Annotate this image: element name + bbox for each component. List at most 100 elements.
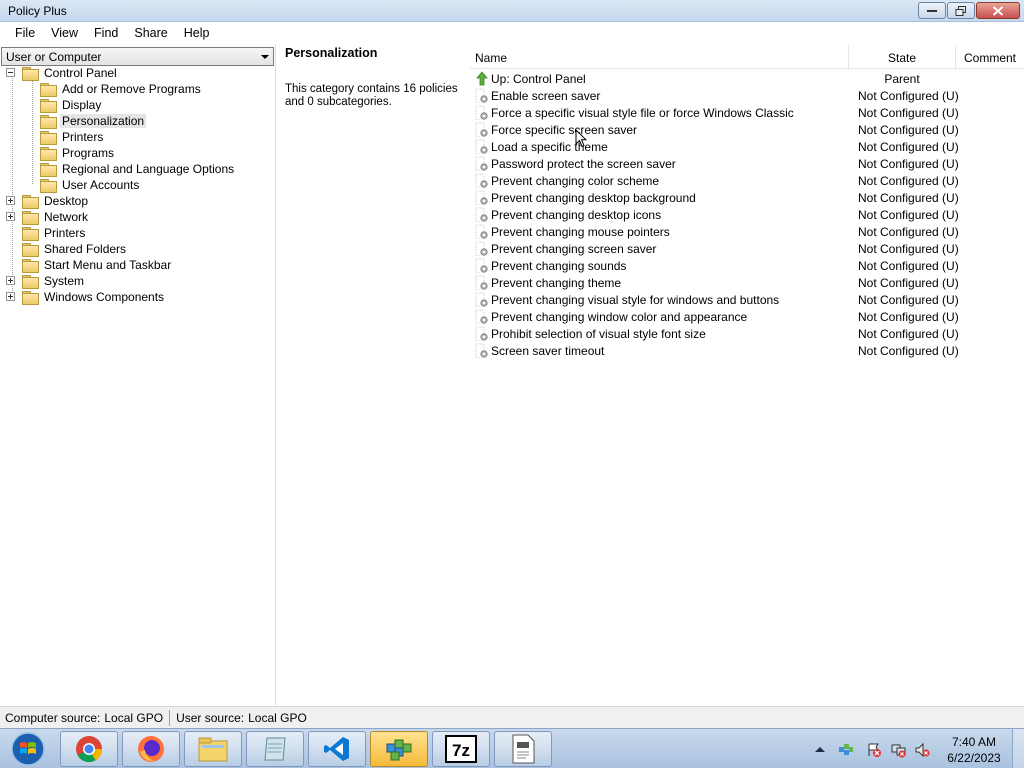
folder-icon bbox=[22, 243, 39, 257]
tree-item-system[interactable]: System bbox=[6, 273, 86, 289]
policy-setting-icon bbox=[475, 105, 488, 120]
tree-item-windows-components[interactable]: Windows Components bbox=[6, 289, 166, 305]
taskbar-document[interactable] bbox=[494, 731, 552, 767]
taskbar-notepad[interactable] bbox=[246, 731, 304, 767]
list-item-policy[interactable]: Prevent changing visual style for window… bbox=[470, 291, 1024, 308]
network-icon[interactable] bbox=[890, 742, 906, 758]
document-icon bbox=[512, 734, 535, 764]
policy-source-value: User or Computer bbox=[6, 50, 102, 64]
list-item-up[interactable]: Up: Control Panel Parent bbox=[470, 70, 1024, 87]
policy-setting-icon bbox=[475, 275, 488, 290]
tree-item-start-menu-and-taskbar[interactable]: Start Menu and Taskbar bbox=[22, 257, 173, 273]
taskbar-7zip[interactable]: 7z bbox=[432, 731, 490, 767]
computer-source-label: Computer source: bbox=[5, 710, 101, 725]
list-item-policy[interactable]: Prevent changing window color and appear… bbox=[470, 308, 1024, 325]
folder-icon bbox=[22, 259, 39, 273]
tree-item-shared-folders[interactable]: Shared Folders bbox=[22, 241, 128, 257]
list-item-policy[interactable]: Enable screen saver Not Configured (U) bbox=[470, 87, 1024, 104]
folder-icon bbox=[40, 147, 57, 161]
expand-icon[interactable] bbox=[6, 276, 15, 285]
list-item-policy[interactable]: Prevent changing mouse pointers Not Confi… bbox=[470, 223, 1024, 240]
tree-item-regional-and-language-options[interactable]: Regional and Language Options bbox=[40, 161, 236, 177]
menu-view[interactable]: View bbox=[43, 22, 86, 44]
tree-item-label: Regional and Language Options bbox=[62, 162, 235, 176]
list-item-policy[interactable]: Prohibit selection of visual style font … bbox=[470, 325, 1024, 342]
tree-item-user-accounts[interactable]: User Accounts bbox=[40, 177, 141, 193]
policy-state: Not Configured (U) bbox=[858, 190, 959, 205]
policy-setting-icon bbox=[475, 190, 488, 205]
column-header-comment[interactable]: Comment bbox=[956, 45, 1024, 69]
menu-share[interactable]: Share bbox=[126, 22, 175, 44]
policy-name: Prevent changing desktop background bbox=[491, 190, 696, 205]
list-item-policy[interactable]: Prevent changing color scheme Not Configu… bbox=[470, 172, 1024, 189]
folder-icon bbox=[22, 195, 39, 209]
policy-setting-icon bbox=[475, 224, 488, 239]
tree-item-control-panel[interactable]: Control Panel bbox=[6, 65, 119, 81]
show-hidden-icons-icon[interactable] bbox=[814, 744, 826, 754]
taskbar-file-explorer[interactable] bbox=[184, 731, 242, 767]
start-button[interactable] bbox=[2, 730, 52, 768]
expand-icon[interactable] bbox=[6, 212, 15, 221]
policy-source-dropdown[interactable]: User or Computer bbox=[1, 47, 274, 66]
system-clock[interactable]: 7:40 AM 6/22/2023 bbox=[944, 734, 1004, 766]
taskbar-chrome[interactable] bbox=[60, 731, 118, 767]
policy-setting-icon bbox=[475, 258, 488, 273]
chevron-down-icon bbox=[261, 55, 269, 59]
tree-item-add-or-remove-programs[interactable]: Add or Remove Programs bbox=[40, 81, 203, 97]
restore-button[interactable] bbox=[947, 2, 975, 19]
7zip-icon: 7z bbox=[445, 735, 477, 763]
policy-state: Not Configured (U) bbox=[858, 105, 959, 120]
show-desktop-button[interactable] bbox=[1012, 729, 1024, 768]
window-title: Policy Plus bbox=[8, 4, 67, 18]
column-header-state[interactable]: State bbox=[849, 45, 956, 69]
policy-state: Not Configured (U) bbox=[858, 343, 959, 358]
expand-icon[interactable] bbox=[6, 196, 15, 205]
tree-item-printers-root[interactable]: Printers bbox=[22, 225, 87, 241]
tree-item-label: Start Menu and Taskbar bbox=[44, 258, 172, 272]
tree-item-display[interactable]: Display bbox=[40, 97, 103, 113]
action-center-icon[interactable] bbox=[866, 742, 882, 758]
taskbar-policy-plus[interactable] bbox=[370, 731, 428, 767]
tree-item-label: System bbox=[44, 274, 85, 288]
tree-item-programs[interactable]: Programs bbox=[40, 145, 116, 161]
tree-line bbox=[12, 71, 13, 297]
policy-plus-tray-icon[interactable] bbox=[838, 742, 854, 758]
expand-icon[interactable] bbox=[6, 292, 15, 301]
list-item-policy[interactable]: Prevent changing screen saver Not Configu… bbox=[470, 240, 1024, 257]
list-item-policy[interactable]: Prevent changing desktop background Not C… bbox=[470, 189, 1024, 206]
taskbar-vscode[interactable] bbox=[308, 731, 366, 767]
close-button[interactable] bbox=[976, 2, 1020, 19]
policy-name: Password protect the screen saver bbox=[491, 156, 676, 171]
tree-item-label: Printers bbox=[44, 226, 86, 240]
column-header-name[interactable]: Name bbox=[470, 45, 849, 69]
policy-state: Not Configured (U) bbox=[858, 139, 959, 154]
list-item-policy[interactable]: Load a specific theme Not Configured (U) bbox=[470, 138, 1024, 155]
tree-item-desktop[interactable]: Desktop bbox=[6, 193, 90, 209]
menu-file[interactable]: File bbox=[7, 22, 43, 44]
volume-muted-icon[interactable] bbox=[914, 742, 930, 758]
menu-help[interactable]: Help bbox=[176, 22, 218, 44]
policy-list: Name State Comment Up: Control Panel Par… bbox=[470, 45, 1024, 705]
tree-item-label: User Accounts bbox=[62, 178, 140, 192]
collapse-icon[interactable] bbox=[6, 68, 15, 77]
list-item-policy[interactable]: Force specific screen saver Not Configure… bbox=[470, 121, 1024, 138]
mouse-cursor-icon bbox=[575, 129, 587, 148]
list-item-policy[interactable]: Prevent changing theme Not Configured (U) bbox=[470, 274, 1024, 291]
list-item-policy[interactable]: Password protect the screen saver Not Con… bbox=[470, 155, 1024, 172]
list-item-policy[interactable]: Prevent changing sounds Not Configured (U… bbox=[470, 257, 1024, 274]
taskbar-firefox[interactable] bbox=[122, 731, 180, 767]
tree-item-printers[interactable]: Printers bbox=[40, 129, 105, 145]
clock-time: 7:40 AM bbox=[951, 735, 997, 749]
category-info-pane: Personalization This category contains 1… bbox=[277, 45, 470, 705]
tree-item-network[interactable]: Network bbox=[6, 209, 90, 225]
category-description: This category contains 16 policies and 0… bbox=[285, 83, 458, 108]
tree-item-personalization[interactable]: Personalization bbox=[40, 113, 147, 129]
list-item-policy[interactable]: Screen saver timeout Not Configured (U) bbox=[470, 342, 1024, 359]
minimize-button[interactable] bbox=[918, 2, 946, 19]
policy-setting-icon bbox=[475, 156, 488, 171]
menu-find[interactable]: Find bbox=[86, 22, 126, 44]
folder-icon bbox=[22, 275, 39, 289]
policy-name: Enable screen saver bbox=[491, 88, 601, 103]
list-item-policy[interactable]: Prevent changing desktop icons Not Config… bbox=[470, 206, 1024, 223]
list-item-policy[interactable]: Force a specific visual style file or fo… bbox=[470, 104, 1024, 121]
